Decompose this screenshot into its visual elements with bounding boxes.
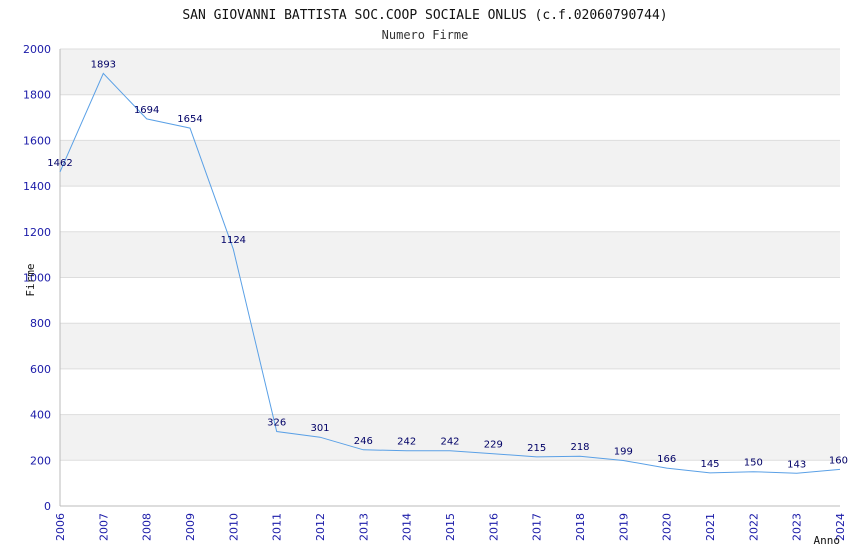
x-tick-label: 2022: [747, 513, 760, 541]
x-tick-label: 2014: [401, 513, 414, 541]
chart-subtitle: Numero Firme: [382, 28, 469, 42]
x-tick-label: 2017: [531, 513, 544, 541]
data-label: 143: [787, 459, 806, 470]
data-label: 242: [397, 437, 416, 448]
x-tick-label: 2019: [617, 513, 630, 541]
y-tick-label: 1400: [23, 180, 51, 193]
x-tick-label: 2020: [661, 513, 674, 541]
data-label: 215: [527, 443, 546, 454]
data-label: 1694: [134, 105, 159, 116]
data-label: 145: [700, 459, 719, 470]
data-label: 1462: [47, 158, 72, 169]
data-label: 150: [744, 458, 763, 469]
data-label: 246: [354, 436, 373, 447]
data-label: 326: [267, 418, 286, 429]
grid-band: [60, 49, 840, 95]
data-label: 166: [657, 454, 676, 465]
data-label: 1124: [221, 235, 246, 246]
y-tick-label: 2000: [23, 43, 51, 56]
x-tick-label: 2013: [357, 513, 370, 541]
x-tick-label: 2011: [271, 513, 284, 541]
x-tick-label: 2012: [314, 513, 327, 541]
y-axis-label: Firme: [24, 263, 37, 296]
grid-band: [60, 368, 840, 415]
grid-band: [60, 323, 840, 369]
grid-band: [60, 460, 840, 506]
x-tick-label: 2018: [574, 513, 587, 541]
data-label: 1654: [177, 114, 202, 125]
y-tick-label: 1800: [23, 89, 51, 102]
x-tick-labels: 2006 2007 2008 2009 2010 2011 2012 2013 2014 2015…: [54, 513, 847, 541]
grid-band: [60, 231, 840, 278]
line-chart: 0200400600800100012001400160018002000 20…: [23, 8, 848, 547]
data-label: 242: [440, 437, 459, 448]
y-tick-label: 1200: [23, 226, 51, 239]
x-axis-label: Anno: [814, 534, 841, 547]
chart-title: SAN GIOVANNI BATTISTA SOC.COOP SOCIALE O…: [182, 8, 667, 23]
x-tick-label: 2010: [227, 513, 240, 541]
x-tick-label: 2009: [184, 513, 197, 541]
x-tick-label: 2008: [141, 513, 154, 541]
y-tick-label: 600: [30, 363, 51, 376]
x-tick-label: 2015: [444, 513, 457, 541]
x-tick-label: 2007: [97, 513, 110, 541]
grid-band: [60, 186, 840, 232]
grid-band: [60, 277, 840, 324]
grid-band: [60, 140, 840, 187]
data-label: 229: [484, 440, 503, 451]
data-label: 199: [614, 447, 633, 458]
data-label: 160: [829, 455, 848, 466]
x-tick-label: 2006: [54, 513, 67, 541]
data-label: 301: [310, 423, 329, 434]
y-tick-label: 400: [30, 409, 51, 422]
x-tick-label: 2016: [487, 513, 500, 541]
y-tick-label: 1600: [23, 134, 51, 147]
data-label: 218: [570, 442, 589, 453]
data-label: 1893: [91, 59, 116, 70]
x-tick-label: 2023: [791, 513, 804, 541]
x-tick-label: 2021: [704, 513, 717, 541]
y-tick-label: 0: [44, 500, 51, 513]
y-tick-label: 200: [30, 454, 51, 467]
y-tick-label: 800: [30, 317, 51, 330]
